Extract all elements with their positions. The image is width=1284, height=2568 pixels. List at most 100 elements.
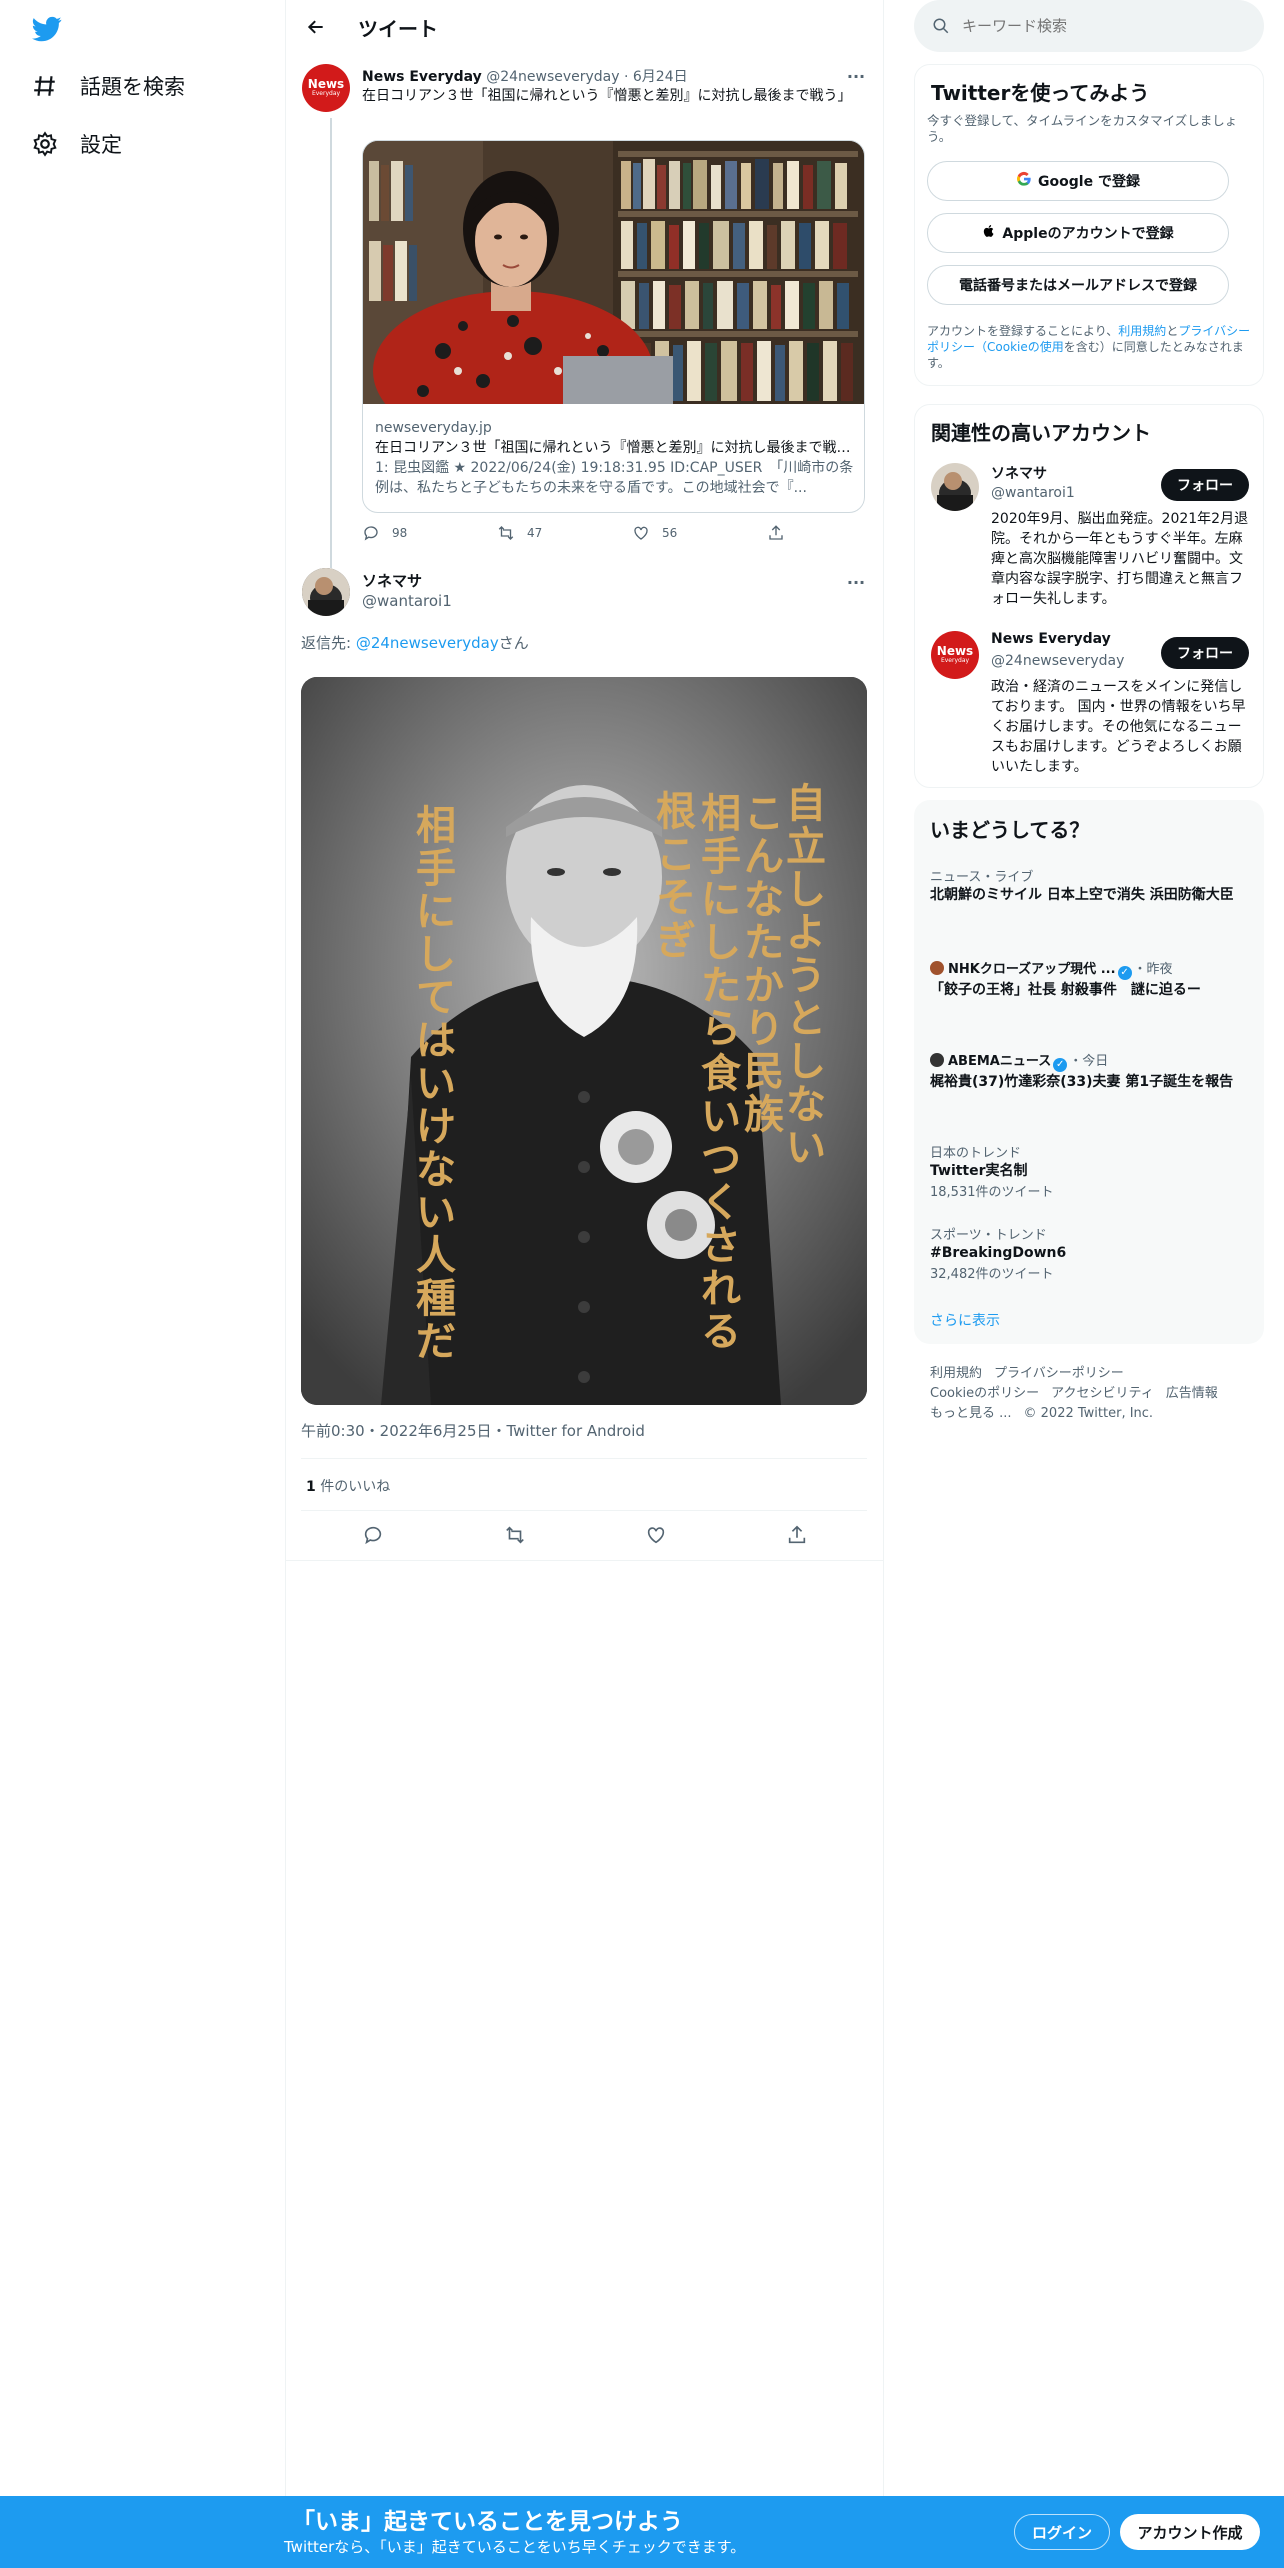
phone-signup-button[interactable]: 電話番号またはメールアドレスで登録 xyxy=(927,265,1229,305)
trend-category: スポーツ・トレンド xyxy=(930,1228,1047,1243)
reply-count: 98 xyxy=(392,526,408,540)
thread-line xyxy=(330,118,332,568)
trend-time: ・今日 xyxy=(1069,1054,1109,1069)
trend-count: 32,482件のツイート xyxy=(930,1267,1054,1282)
trend-item[interactable]: 日本のトレンド Twitter実名制 18,531件のツイート xyxy=(930,1142,1250,1200)
trend-item[interactable]: NHKクローズアップ現代 ... ✓ ・昨夜 「餃子の王将」社長 射殺事件 謎に迫る… xyxy=(930,958,1250,1000)
sonemasa-avatar[interactable] xyxy=(302,568,350,616)
link-card-description: 1: 昆虫図鑑 ★ 2022/06/24(金) 19:18:31.95 ID:C… xyxy=(375,460,854,496)
terms-mid: と xyxy=(1166,324,1179,338)
author-handle[interactable]: @wantaroi1 xyxy=(362,592,452,610)
relevant-account-name[interactable]: News Everyday xyxy=(991,631,1111,647)
footer-accessibility-link[interactable]: アクセシビリティ xyxy=(1051,1386,1154,1401)
parent-more-button[interactable]: ··· xyxy=(846,66,866,86)
main-retweet-button[interactable] xyxy=(500,1520,530,1550)
retweet-button[interactable]: 47 xyxy=(497,524,632,542)
search-box[interactable] xyxy=(914,0,1264,52)
footer-ads-link[interactable]: 広告情報 xyxy=(1166,1386,1218,1401)
relevant-accounts-panel: 関連性の高いアカウント ソネマサ @wantaroi1 フォロー 2020年9月… xyxy=(914,404,1264,788)
apple-signup-label: Appleのアカウントで登録 xyxy=(1002,226,1174,242)
author-name[interactable]: ソネマサ xyxy=(362,570,422,591)
link-card[interactable]: newseveryday.jp 在日コリアン３世「祖国に帰れという『憎悪と差別』… xyxy=(362,140,865,513)
relevant-account-handle[interactable]: @24newseveryday xyxy=(991,653,1124,669)
google-signup-button[interactable]: Google で登録 xyxy=(927,161,1229,201)
link-card-domain: newseveryday.jp xyxy=(375,420,492,436)
share-icon xyxy=(788,1525,806,1544)
terms-link[interactable]: 利用規約 xyxy=(1118,324,1166,338)
parent-author-handle[interactable]: @24newseveryday xyxy=(486,69,619,85)
trend-source: ABEMAニュース xyxy=(948,1054,1052,1069)
like-count: 56 xyxy=(662,526,678,540)
google-icon xyxy=(1016,171,1032,191)
retweet-count: 47 xyxy=(527,526,543,540)
abema-avatar-icon xyxy=(930,1053,944,1067)
tweet-photo[interactable]: 自立しようとしない こんなたかり民族 相手にしたら 根こそぎ食いつくされる 相手… xyxy=(301,677,867,1405)
trend-item[interactable]: ニュース・ライブ 北朝鮮のミサイル 日本上空で消失 浜田防衛大臣 xyxy=(930,866,1250,905)
trend-item[interactable]: スポーツ・トレンド #BreakingDown6 32,482件のツイート xyxy=(930,1224,1250,1282)
signup-terms: アカウントを登録することにより、利用規約とプライバシーポリシー（Cookieの使… xyxy=(927,323,1253,371)
main-share-button[interactable] xyxy=(782,1520,812,1550)
signup-title: Twitterを使ってみよう xyxy=(931,81,1150,105)
banner-subtext: Twitterなら、「いま」起きていることをいち早くチェックできます。 xyxy=(284,2538,746,2556)
like-summary[interactable]: 1 件のいいね xyxy=(306,1476,390,1496)
footer-cookie-link[interactable]: Cookieのポリシー xyxy=(930,1386,1039,1401)
follow-button[interactable]: フォロー xyxy=(1161,469,1249,501)
relevant-avatar[interactable] xyxy=(931,463,979,511)
heart-icon xyxy=(647,1527,665,1544)
trend-item[interactable]: ABEMAニュース ✓ ・今日 梶裕貴(37)竹達彩奈(33)夫妻 第1子誕生を報告 xyxy=(930,1050,1250,1092)
link-card-title: 在日コリアン３世「祖国に帰れという『憎悪と差別』に対抗し最後まで戦う」 xyxy=(375,440,855,456)
search-input[interactable] xyxy=(962,17,1242,35)
main-reply-button[interactable] xyxy=(358,1520,388,1550)
relevant-account-name[interactable]: ソネマサ xyxy=(991,463,1047,483)
footer-more-link[interactable]: もっと見る ... xyxy=(930,1406,1012,1421)
signup-button[interactable]: アカウント作成 xyxy=(1120,2514,1260,2550)
back-button[interactable] xyxy=(300,12,332,42)
phone-signup-label: 電話番号またはメールアドレスで登録 xyxy=(959,278,1197,294)
reply-to-link[interactable]: @24newseveryday xyxy=(356,634,499,652)
footer-links: 利用規約 プライバシーポリシー Cookieのポリシー アクセシビリティ 広告情報 も… xyxy=(930,1364,1260,1424)
share-button[interactable] xyxy=(767,524,785,542)
follow-button[interactable]: フォロー xyxy=(1161,637,1249,669)
reply-icon xyxy=(364,526,378,541)
reply-button[interactable]: 98 xyxy=(362,524,497,542)
hashtag-icon xyxy=(30,73,60,99)
avatar-subtext: Everyday xyxy=(940,657,970,664)
footer-privacy-link[interactable]: プライバシーポリシー xyxy=(994,1366,1124,1381)
trend-category: 日本のトレンド xyxy=(930,1146,1022,1161)
tweet-more-button[interactable]: ··· xyxy=(846,572,866,592)
parent-tweet-date[interactable]: · 6月24日 xyxy=(624,69,688,85)
share-icon xyxy=(769,525,783,540)
nav-explore-label: 話題を検索 xyxy=(80,75,185,99)
like-button[interactable]: 56 xyxy=(632,524,767,542)
relevant-accounts-title: 関連性の高いアカウント xyxy=(931,421,1151,445)
login-button[interactable]: ログイン xyxy=(1014,2514,1110,2550)
trend-title: 「餃子の王将」社長 射殺事件 謎に迫るー xyxy=(930,982,1201,998)
avatar-text: News xyxy=(307,77,345,91)
relevant-account-bio: 政治・経済のニュースをメインに発信しております。 国内・世界の情報をいち早くお届… xyxy=(991,679,1246,775)
parent-tweet-text: 在日コリアン３世「祖国に帰れという『憎悪と差別』に対抗し最後まで戦う」 xyxy=(362,88,852,104)
relevant-account-handle[interactable]: @wantaroi1 xyxy=(991,485,1075,501)
footer-terms-link[interactable]: 利用規約 xyxy=(930,1366,982,1381)
parent-author-name[interactable]: News Everyday xyxy=(362,69,482,85)
trend-title: 北朝鮮のミサイル 日本上空で消失 浜田防衛大臣 xyxy=(930,887,1234,903)
link-card-image xyxy=(363,141,864,404)
arrow-left-icon xyxy=(307,20,323,34)
show-more-link[interactable]: さらに表示 xyxy=(930,1310,1000,1330)
retweet-icon xyxy=(506,1526,524,1544)
news-everyday-avatar[interactable]: News Everyday xyxy=(302,64,350,112)
like-summary-count: 1 xyxy=(306,1479,316,1495)
verified-badge-icon: ✓ xyxy=(1117,966,1132,980)
search-icon xyxy=(932,17,950,35)
nav-explore[interactable]: 話題を検索 xyxy=(30,66,185,106)
nav-settings[interactable]: 設定 xyxy=(30,124,122,164)
relevant-avatar[interactable]: News Everyday xyxy=(931,631,979,679)
page-header: ツイート xyxy=(286,0,884,54)
apple-signup-button[interactable]: Appleのアカウントで登録 xyxy=(927,213,1229,253)
trend-time: ・昨夜 xyxy=(1133,962,1173,977)
main-like-button[interactable] xyxy=(641,1520,671,1550)
google-signup-label: Google で登録 xyxy=(1038,174,1140,190)
tweet-timestamp[interactable]: 午前0:30・2022年6月25日・Twitter for Android xyxy=(301,1420,645,1441)
photo-text-col1: 自立しようとしない xyxy=(786,780,826,1171)
twitter-logo-icon[interactable] xyxy=(30,14,64,44)
signup-subtitle: 今すぐ登録して、タイムラインをカスタマイズしましょう。 xyxy=(927,113,1238,144)
